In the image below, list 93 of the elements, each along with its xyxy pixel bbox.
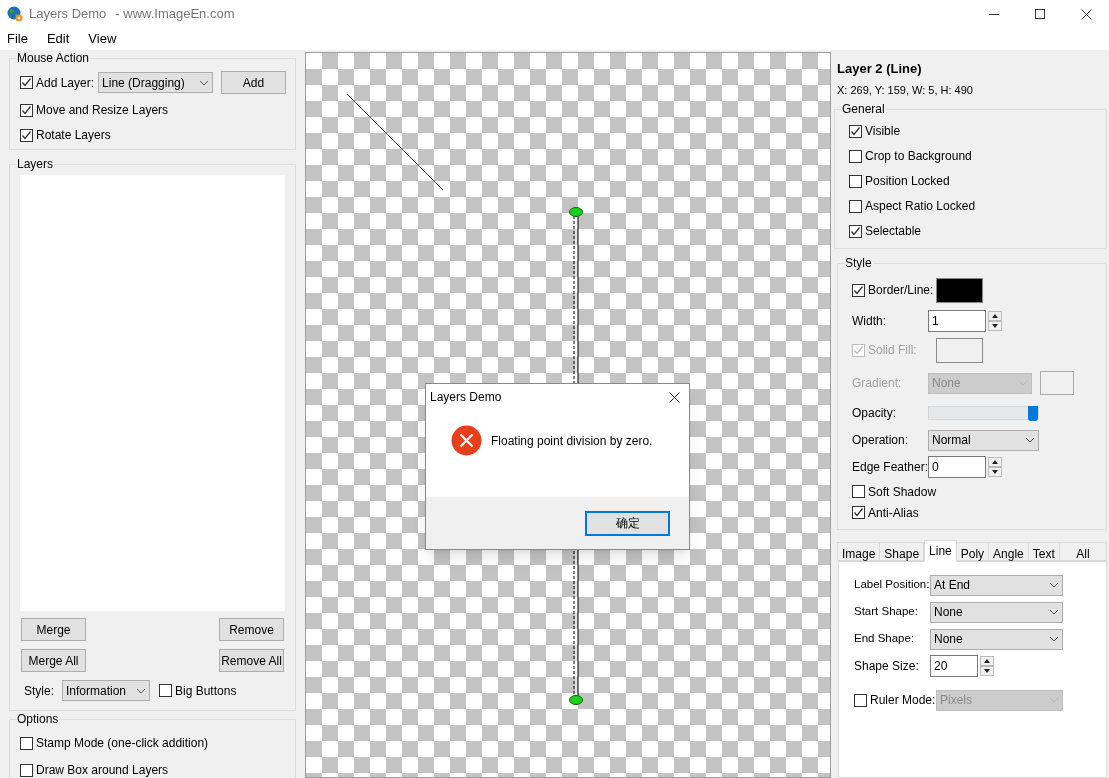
checkbox[interactable] <box>852 506 865 519</box>
menu-item[interactable]: View <box>88 29 117 49</box>
tab[interactable]: Shape <box>879 542 925 561</box>
globe-icon <box>7 6 23 22</box>
menu-item[interactable]: Edit <box>46 29 70 49</box>
dropdown[interactable]: None <box>930 628 1063 650</box>
spinner-arrows-icon[interactable] <box>980 656 994 676</box>
button[interactable]: Merge <box>21 618 86 641</box>
chevron-down-icon <box>1049 636 1059 642</box>
checkbox[interactable] <box>20 128 33 142</box>
field-label: Width: <box>852 313 887 330</box>
group-title: Style <box>844 255 873 271</box>
tab[interactable]: Text <box>1027 542 1060 561</box>
checkbox-label: Visible <box>865 123 901 140</box>
checkbox-label: Move and Resize Layers <box>36 102 169 119</box>
chevron-down-icon <box>1049 609 1059 615</box>
button[interactable]: Remove All <box>219 649 284 672</box>
checkbox-label: Border/Line: <box>868 282 934 299</box>
checkbox-label: Big Buttons <box>175 682 237 700</box>
checkbox-label: Aspect Ratio Locked <box>865 198 976 215</box>
chevron-down-icon <box>1025 437 1035 443</box>
button[interactable]: Merge All <box>21 649 86 672</box>
checkbox[interactable] <box>20 103 33 117</box>
checkbox[interactable] <box>849 199 862 213</box>
checkbox-label: Add Layer: <box>36 74 95 92</box>
field-label: End Shape: <box>854 631 916 647</box>
slider-thumb[interactable] <box>1028 406 1038 421</box>
menu-item[interactable]: File <box>7 29 28 49</box>
dialog-title: Layers Demo <box>430 389 502 406</box>
tab[interactable]: All <box>1058 542 1107 561</box>
checkbox[interactable] <box>159 684 172 697</box>
dropdown[interactable]: Normal <box>928 429 1039 451</box>
close-icon[interactable] <box>669 391 680 403</box>
checkbox[interactable] <box>852 485 865 498</box>
tab[interactable]: Line <box>924 540 957 562</box>
window-subtitle: - www.ImageEn.com <box>115 5 235 24</box>
chevron-down-icon <box>199 79 210 86</box>
checkbox[interactable] <box>852 283 865 297</box>
maximize-icon <box>1035 9 1045 19</box>
field-label: Start Shape: <box>854 604 919 620</box>
error-icon <box>451 425 482 456</box>
checkbox-label: Soft Shadow <box>868 483 937 501</box>
number-field[interactable]: 0 <box>928 456 986 478</box>
checkbox[interactable] <box>849 124 862 138</box>
style-label: Style: <box>24 682 54 700</box>
ok-button[interactable]: 确定 <box>585 510 670 536</box>
dropdown[interactable]: At End <box>930 574 1063 596</box>
group-title: Layers <box>16 156 55 172</box>
layer-title: Layer 2 (Line) <box>837 60 923 78</box>
chevron-down-icon <box>136 687 146 694</box>
layer-info: X: 269, Y: 159, W: 5, H: 490 <box>837 82 974 98</box>
field-label: Opacity: <box>852 405 897 422</box>
checkbox-label: Stamp Mode (one-click addition) <box>36 735 209 752</box>
dropdown[interactable]: Line (Dragging) <box>98 72 214 93</box>
field-label: Shape Size: <box>854 658 920 675</box>
checkbox-label: Rotate Layers <box>36 127 111 144</box>
spinner-arrows-icon[interactable] <box>988 457 1002 477</box>
field-label: Gradient: <box>852 375 903 392</box>
checkbox[interactable] <box>849 174 862 188</box>
tab[interactable]: Poly <box>955 542 990 561</box>
dropdown[interactable]: Information <box>62 680 150 701</box>
checkbox[interactable] <box>20 76 33 89</box>
checkbox-label: Crop to Background <box>865 148 972 165</box>
checkbox[interactable] <box>849 224 862 238</box>
checkbox-label: Position Locked <box>865 173 950 190</box>
checkbox-label: Anti-Alias <box>868 504 919 522</box>
chevron-down-icon <box>1049 582 1059 588</box>
button[interactable]: Remove <box>219 618 284 641</box>
opacity-slider[interactable] <box>928 406 1039 420</box>
checkbox-label: Ruler Mode: <box>870 692 936 709</box>
tab[interactable]: Angle <box>988 542 1029 561</box>
checkbox[interactable] <box>20 763 33 777</box>
dropdown[interactable]: None <box>930 601 1063 623</box>
close-icon <box>1080 8 1092 20</box>
field-label: Edge Feather: <box>852 459 928 476</box>
number-field[interactable]: 1 <box>928 310 986 332</box>
color-swatch[interactable] <box>936 277 983 303</box>
color-swatch[interactable] <box>1040 371 1074 395</box>
window-title: Layers Demo <box>29 5 107 24</box>
error-message: Floating point division by zero. <box>491 432 653 450</box>
field-label: Operation: <box>852 432 910 449</box>
checkbox[interactable] <box>20 736 33 750</box>
spinner-arrows-icon[interactable] <box>988 311 1002 331</box>
number-field[interactable]: 20 <box>930 655 978 677</box>
group-title: Options <box>16 711 60 727</box>
minimize-icon <box>989 13 999 15</box>
checkbox-label: Selectable <box>865 223 922 240</box>
checkbox[interactable] <box>849 149 862 163</box>
checkbox-label: Draw Box around Layers <box>36 762 169 778</box>
checkbox-label: Solid Fill: <box>868 342 917 359</box>
tab[interactable]: Image <box>837 542 881 561</box>
field-label: Label Position: <box>854 577 930 593</box>
button[interactable]: Add <box>221 71 287 94</box>
